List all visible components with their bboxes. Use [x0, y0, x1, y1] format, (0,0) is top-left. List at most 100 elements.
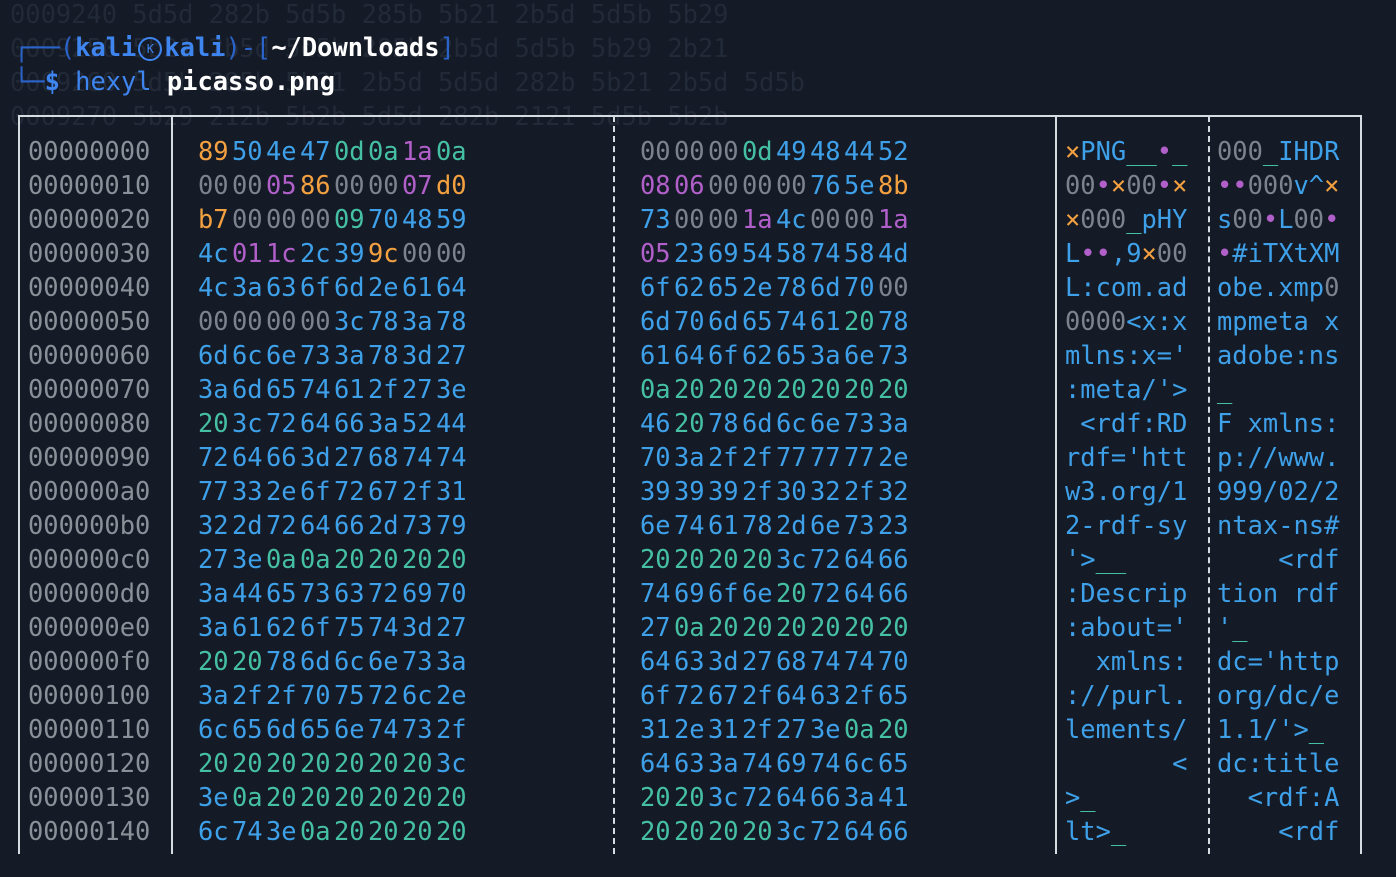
hex-byte: 6d	[300, 646, 331, 676]
hex-byte: 59	[436, 204, 467, 234]
command-line[interactable]: └─$ hexyl picasso.png	[14, 64, 335, 98]
hex-byte: 0a	[266, 544, 297, 574]
hex-byte: 20	[198, 408, 229, 438]
hex-byte: 20	[640, 544, 671, 574]
hex-byte: 74	[300, 374, 331, 404]
hex-byte: 20	[334, 544, 365, 574]
hex-byte: 00	[674, 204, 705, 234]
hex-byte: 0a	[300, 816, 331, 846]
hex-byte: 77	[844, 442, 875, 472]
offset-cell: 00000020	[28, 204, 151, 234]
hex-byte: 20	[436, 544, 467, 574]
hex-byte: 6e	[368, 646, 399, 676]
hex-row: 00000050 00 00 00 00 3c 78 3a 78 6d 70 6d 65 74 61 20 78…	[18, 304, 1362, 338]
hex-byte: 3a	[368, 408, 399, 438]
hex-byte: 6d	[232, 374, 263, 404]
hex-byte: 61	[402, 272, 433, 302]
hex-byte: 78	[436, 306, 467, 336]
ascii-left-cell: 0000<x:x	[1065, 306, 1188, 336]
hex-byte: 20	[368, 782, 399, 812]
hex-byte: 3e	[436, 374, 467, 404]
hex-byte: 3c	[334, 306, 365, 336]
hex-byte: 75	[334, 612, 365, 642]
hex-byte: 69	[708, 238, 739, 268]
hex-byte: 20	[266, 748, 297, 778]
hex-byte: 20	[640, 816, 671, 846]
hex-byte: 64	[776, 782, 807, 812]
hex-byte: 20	[674, 544, 705, 574]
hex-byte: 58	[844, 238, 875, 268]
hex-byte: 20	[844, 374, 875, 404]
hex-byte: 39	[640, 476, 671, 506]
hex-byte: 33	[232, 476, 263, 506]
ascii-right-cell: dc='http	[1217, 646, 1340, 676]
hex-byte: 2f	[742, 476, 773, 506]
hex-byte: 20	[708, 374, 739, 404]
prompt-corner-bottom: └─	[14, 66, 45, 96]
hex-byte: 27	[334, 442, 365, 472]
hex-byte: 39	[674, 476, 705, 506]
hex-byte: 67	[708, 680, 739, 710]
hex-byte: 8b	[878, 170, 909, 200]
hex-byte: 74	[776, 306, 807, 336]
hex-byte: 72	[368, 680, 399, 710]
hex-byte: 78	[266, 646, 297, 676]
hex-byte: 52	[402, 408, 433, 438]
hex-byte: 27	[198, 544, 229, 574]
hex-byte: 74	[810, 646, 841, 676]
hex-byte: 72	[810, 578, 841, 608]
hex-byte: 65	[776, 340, 807, 370]
hex-byte: 77	[776, 442, 807, 472]
ascii-left-cell: :meta/'>	[1065, 374, 1188, 404]
ascii-right-cell: ••000v^×	[1217, 170, 1340, 200]
hex-row: 000000f0 20 20 78 6d 6c 6e 73 3a 64 63 3d 27 68 74 74 70…	[18, 644, 1362, 678]
hex-byte: 00	[368, 170, 399, 200]
hex-byte: 20	[640, 782, 671, 812]
hex-byte: 05	[266, 170, 297, 200]
hex-byte: 64	[844, 578, 875, 608]
hex-byte: 6c	[402, 680, 433, 710]
hex-byte: 6d	[708, 306, 739, 336]
hex-byte: 3d	[708, 646, 739, 676]
hex-byte: 20	[368, 748, 399, 778]
hex-byte: 30	[776, 476, 807, 506]
hex-byte: 2f	[844, 476, 875, 506]
hex-byte: 70	[878, 646, 909, 676]
ascii-right-cell: obe.xmp0	[1217, 272, 1340, 302]
ascii-right-cell: org/dc/e	[1217, 680, 1340, 710]
hex-byte: 72	[674, 680, 705, 710]
hex-byte: 1c	[266, 238, 297, 268]
hex-byte: 2f	[708, 442, 739, 472]
hex-byte: 4c	[198, 238, 229, 268]
hex-row: 00000030 4c 01 1c 2c 39 9c 00 00 05 23 69 54 58 74 58 4d…	[18, 236, 1362, 270]
hex-byte: 0d	[334, 136, 365, 166]
hex-byte: 64	[640, 748, 671, 778]
hex-byte: 20	[742, 544, 773, 574]
hex-byte: 66	[878, 816, 909, 846]
hex-byte: 00	[266, 306, 297, 336]
offset-cell: 000000f0	[28, 646, 151, 676]
hex-byte: 3c	[232, 408, 263, 438]
hex-byte: 09	[334, 204, 365, 234]
hex-byte: 20	[742, 816, 773, 846]
hex-byte: 20	[708, 816, 739, 846]
hex-byte: 20	[844, 612, 875, 642]
hex-byte: 2f	[742, 714, 773, 744]
hex-byte: 72	[368, 578, 399, 608]
hex-byte: 74	[232, 816, 263, 846]
hex-byte: 2d	[368, 510, 399, 540]
hex-byte: 6d	[742, 408, 773, 438]
hex-byte: 23	[878, 510, 909, 540]
hex-byte: 2e	[878, 442, 909, 472]
hex-byte: 74	[844, 646, 875, 676]
hex-byte: 00	[810, 204, 841, 234]
hex-byte: 77	[198, 476, 229, 506]
hex-byte: 48	[402, 204, 433, 234]
hex-byte: 61	[708, 510, 739, 540]
hex-byte: 0a	[300, 544, 331, 574]
hex-byte: 31	[708, 714, 739, 744]
hex-byte: 6c	[198, 714, 229, 744]
hex-byte: 32	[810, 476, 841, 506]
hex-byte: 68	[776, 646, 807, 676]
hex-byte: 4e	[266, 136, 297, 166]
